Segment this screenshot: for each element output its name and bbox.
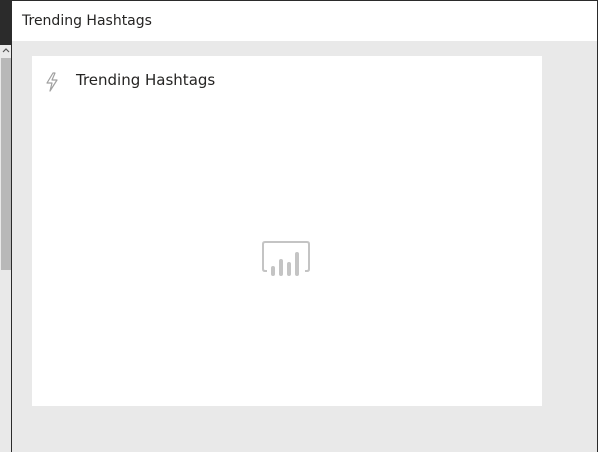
window-title: Trending Hashtags <box>22 13 152 29</box>
vertical-scrollbar-thumb[interactable] <box>1 58 11 270</box>
left-pane-strip <box>0 0 12 452</box>
window-titlebar: Trending Hashtags <box>12 0 598 41</box>
bar-chart-placeholder-icon <box>262 240 312 280</box>
lightning-bolt-icon <box>44 72 60 92</box>
left-pane-header <box>0 0 12 45</box>
scroll-up-arrow-icon[interactable] <box>1 46 11 56</box>
dashboard-tile[interactable]: Trending Hashtags <box>32 56 542 406</box>
tile-title: Trending Hashtags <box>76 71 216 89</box>
